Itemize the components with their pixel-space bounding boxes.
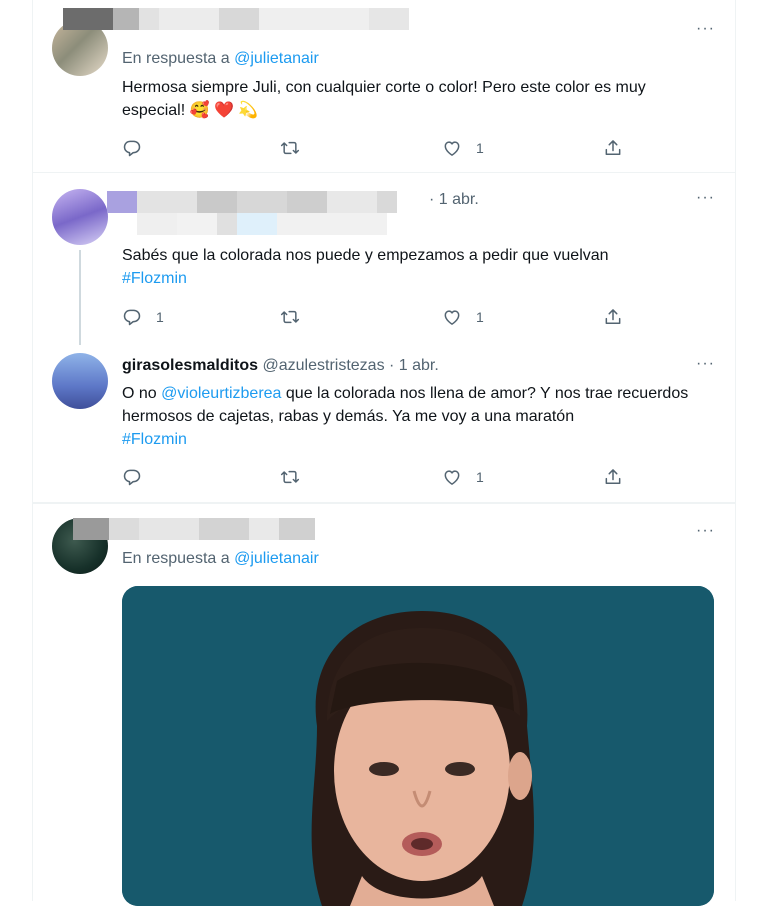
display-name[interactable]: girasolesmalditos xyxy=(122,357,258,374)
tweet-date[interactable]: · 1 abr. xyxy=(389,357,439,374)
share-icon xyxy=(603,138,623,158)
retweet-icon xyxy=(280,307,300,327)
reply-icon xyxy=(122,467,142,487)
blurred-username xyxy=(63,8,409,30)
tweet-actions: 1 xyxy=(122,466,642,490)
like-button[interactable]: 1 xyxy=(442,306,484,328)
tweet-text: Hermosa siempre Juli, con cualquier cort… xyxy=(122,79,646,119)
like-button[interactable]: 1 xyxy=(442,137,484,159)
retweet-icon xyxy=(280,467,300,487)
tweet-text: O no @violeurtizberea que la colorada no… xyxy=(122,382,712,451)
retweet-icon xyxy=(280,138,300,158)
retweet-button[interactable] xyxy=(280,466,314,488)
like-icon xyxy=(442,467,462,487)
tweet-text-prefix: O no xyxy=(122,385,157,402)
like-button[interactable]: 1 xyxy=(442,466,484,488)
like-icon xyxy=(442,307,462,327)
reply-button[interactable] xyxy=(122,466,156,488)
retweet-button[interactable] xyxy=(280,137,314,159)
like-count: 1 xyxy=(476,140,484,156)
tweet-text-body: Sabés que la colorada nos puede y empeza… xyxy=(122,247,609,264)
reply-button[interactable]: 1 xyxy=(122,306,164,328)
mention-link[interactable]: @violeurtizberea xyxy=(161,385,281,402)
tweet-text: Sabés que la colorada nos puede y empeza… xyxy=(122,244,712,290)
photo-woman-bangs xyxy=(122,586,714,906)
share-button[interactable] xyxy=(603,306,623,328)
reply-prefix: En respuesta a xyxy=(122,50,230,67)
like-icon xyxy=(442,138,462,158)
thread-line xyxy=(79,250,81,345)
tweet-header: girasolesmalditos @azulestristezas · 1 a… xyxy=(122,357,439,375)
reply-count: 1 xyxy=(156,309,164,325)
reply-context: En respuesta a @julietanair xyxy=(122,550,319,568)
share-icon xyxy=(603,307,623,327)
tweet-actions: 1 1 xyxy=(122,306,642,330)
user-handle[interactable]: @azulestristezas xyxy=(263,357,385,374)
avatar[interactable] xyxy=(52,189,108,245)
retweet-button[interactable] xyxy=(280,306,314,328)
reply-icon xyxy=(122,307,142,327)
share-button[interactable] xyxy=(603,137,623,159)
blurred-username xyxy=(73,518,315,540)
blurred-username xyxy=(137,213,387,235)
reply-handle-link[interactable]: @julietanair xyxy=(234,50,319,67)
reply-icon xyxy=(122,138,142,158)
share-icon xyxy=(603,467,623,487)
tweet-actions: 1 xyxy=(122,137,642,161)
like-count: 1 xyxy=(476,309,484,325)
more-options-icon[interactable]: ··· xyxy=(696,189,715,207)
timeline: En respuesta a @julietanair ··· Hermosa … xyxy=(32,0,736,906)
hashtag-link[interactable]: #Flozmin xyxy=(122,431,187,448)
tweet-media-image[interactable] xyxy=(122,586,714,906)
tweet-3[interactable]: girasolesmalditos @azulestristezas · 1 a… xyxy=(33,345,735,500)
more-options-icon[interactable]: ··· xyxy=(696,20,715,38)
reply-context: En respuesta a @julietanair xyxy=(122,50,319,68)
tweet-1[interactable]: En respuesta a @julietanair ··· Hermosa … xyxy=(33,0,735,170)
tweet-2[interactable]: · 1 abr. ··· Sabés que la colorada nos p… xyxy=(33,173,735,345)
more-options-icon[interactable]: ··· xyxy=(696,522,715,540)
tweet-date[interactable]: · 1 abr. xyxy=(429,191,479,209)
reply-button[interactable] xyxy=(122,137,156,159)
reply-handle-link[interactable]: @julietanair xyxy=(234,550,319,567)
like-count: 1 xyxy=(476,469,484,485)
more-options-icon[interactable]: ··· xyxy=(696,355,715,373)
reply-prefix: En respuesta a xyxy=(122,550,230,567)
share-button[interactable] xyxy=(603,466,623,488)
hashtag-link[interactable]: #Flozmin xyxy=(122,270,187,287)
blurred-username xyxy=(107,191,397,213)
avatar[interactable] xyxy=(52,353,108,409)
